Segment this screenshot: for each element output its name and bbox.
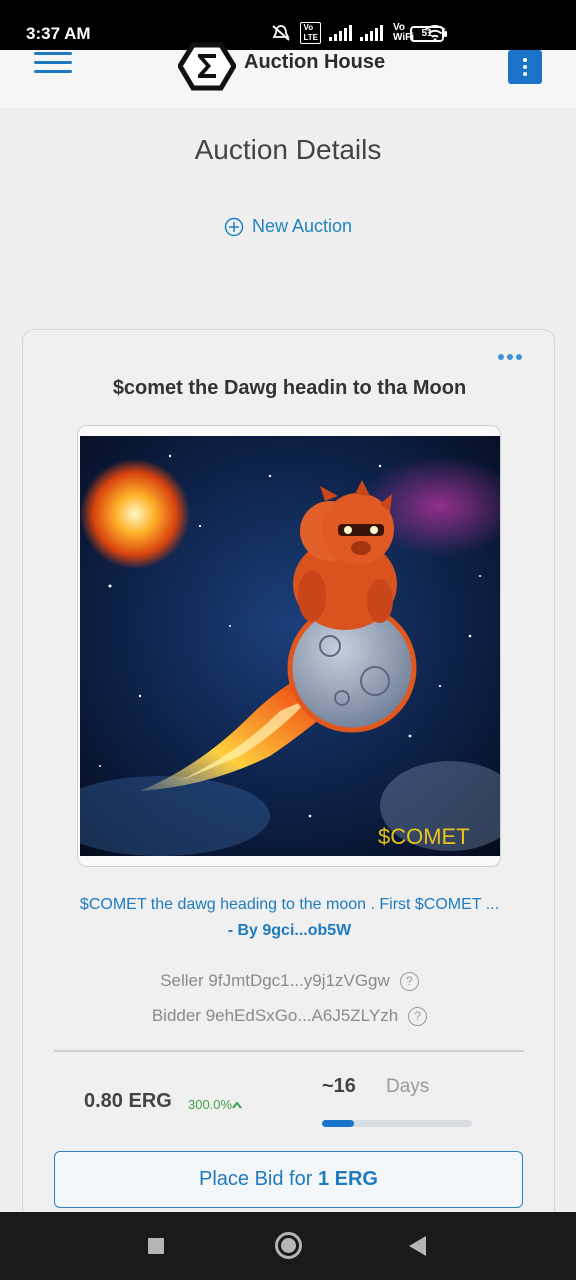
new-auction-label: New Auction [251, 216, 353, 236]
days-remaining: ~16 [322, 1075, 356, 1097]
auction-description[interactable]: $COMET the dawg heading to the moon . Fi… [43, 892, 536, 944]
bid-amount: 1 ERG [317, 1168, 378, 1190]
bidder-row: Bidder 9ehEdSxGo...A6J5ZLYzh ? [23, 1006, 556, 1026]
seller-address[interactable]: Seller 9fJmtDgc1...y9j1zVGgw [160, 971, 390, 991]
place-bid-button[interactable]: Place Bid for 1 ERG [54, 1151, 523, 1208]
auction-card: $comet the Dawg headin to tha Moon $COME… [22, 329, 555, 1229]
days-label: Days [386, 1076, 430, 1097]
new-auction-button[interactable]: New Auction [0, 216, 576, 237]
time-progress-bar [322, 1120, 472, 1127]
hamburger-icon[interactable] [34, 52, 72, 76]
status-bar: 3:37 AM Vo LTE Vo WiFi 51 [0, 0, 576, 50]
artwork-watermark: $COMET [378, 824, 470, 849]
plus-circle-icon [224, 217, 244, 236]
bid-label: Place Bid for [199, 1168, 318, 1190]
circle-icon[interactable] [275, 1232, 302, 1259]
auction-image[interactable]: $COMET [77, 425, 501, 867]
volte-icon: Vo LTE [300, 22, 321, 44]
triangle-back-icon[interactable] [409, 1236, 426, 1256]
seller-help-icon[interactable]: ? [399, 971, 419, 991]
page-title: Auction Details [194, 134, 382, 165]
system-nav-bar [0, 1212, 576, 1280]
mute-icon [272, 25, 291, 41]
status-time: 3:37 AM [26, 24, 91, 43]
square-icon[interactable] [148, 1238, 164, 1254]
seller-row: Seller 9fJmtDgc1...y9j1zVGgw ? [23, 971, 556, 991]
battery-icon: 51 [410, 26, 447, 42]
divider [54, 1050, 524, 1052]
time-progress-fill [322, 1120, 354, 1127]
chevron-up-icon [232, 1101, 242, 1109]
app-header: Auction House [0, 42, 576, 108]
bidder-help-icon[interactable]: ? [408, 1006, 428, 1026]
auction-title: $comet the Dawg headin to tha Moon [112, 377, 467, 399]
more-menu-button[interactable] [508, 50, 542, 84]
bidder-address[interactable]: Bidder 9ehEdSxGo...A6J5ZLYzh [152, 1006, 398, 1026]
card-more-icon[interactable] [498, 354, 522, 360]
signal-icon [328, 25, 352, 41]
current-price: 0.80 ERG [84, 1090, 172, 1112]
artist-link[interactable]: - By 9gci...ob5W [43, 918, 536, 944]
price-increase-value: 300.0% [188, 1097, 233, 1112]
description-text: $COMET the dawg heading to the moon . Fi… [79, 896, 500, 913]
price-increase: 300.0% [188, 1097, 242, 1112]
auction-artwork: $COMET [80, 436, 500, 856]
brand-title[interactable]: Auction House [244, 51, 385, 74]
signal-icon [359, 25, 383, 41]
sigma-logo-icon[interactable] [178, 42, 236, 92]
